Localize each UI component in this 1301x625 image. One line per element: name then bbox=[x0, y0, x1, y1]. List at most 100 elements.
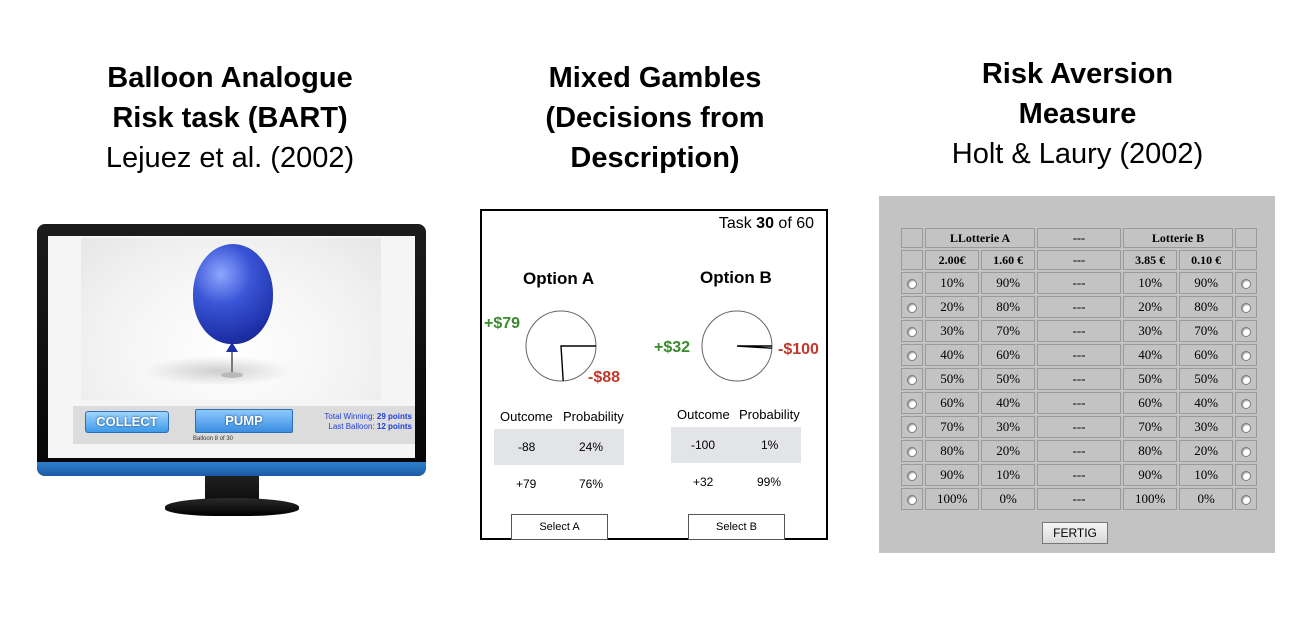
choose-b-cell[interactable] bbox=[1235, 368, 1257, 390]
option-a-probability-header: Probability bbox=[563, 409, 624, 424]
lottery-a-prob-high: 20% bbox=[925, 296, 980, 318]
risk-citation: Holt & Laury (2002) bbox=[951, 138, 1204, 170]
choose-b-cell[interactable] bbox=[1235, 320, 1257, 342]
option-b-outcome-header: Outcome bbox=[677, 407, 730, 422]
lottery-a-prob-high: 50% bbox=[925, 368, 980, 390]
lottery-b-title: Lotterie B bbox=[1122, 228, 1233, 248]
separator-cell: --- bbox=[1036, 440, 1121, 462]
option-b-row: +32 99% bbox=[671, 464, 801, 500]
choose-a-cell[interactable] bbox=[901, 272, 923, 294]
choose-a-cell[interactable] bbox=[901, 488, 923, 510]
lottery-b-prob-low: 30% bbox=[1179, 416, 1233, 438]
choose-a-cell[interactable] bbox=[901, 464, 923, 486]
lottery-b-prob-low: 0% bbox=[1179, 488, 1233, 510]
choose-b-cell[interactable] bbox=[1235, 344, 1257, 366]
empty-header-cell bbox=[1235, 250, 1257, 270]
choose-a-cell[interactable] bbox=[901, 344, 923, 366]
lottery-a-radio[interactable] bbox=[907, 351, 917, 362]
lottery-a-radio[interactable] bbox=[907, 471, 917, 482]
mixed-title-line2: (Decisions from bbox=[545, 102, 765, 134]
lottery-a-payoff-low: 1.60 € bbox=[981, 250, 1035, 270]
lottery-a-payoff-high: 2.00€ bbox=[925, 250, 980, 270]
holt-laury-panel: LLotterie A --- Lotterie B 2.00€ 1.60 € … bbox=[879, 196, 1275, 553]
lottery-row: 100% 0% --- 100% 0% bbox=[901, 488, 1257, 510]
option-a-loss: -$88 bbox=[588, 369, 621, 386]
balloon-base bbox=[221, 372, 243, 378]
lottery-a-prob-high: 80% bbox=[925, 440, 980, 462]
lottery-b-radio[interactable] bbox=[1241, 447, 1251, 458]
balloon-icon bbox=[193, 244, 273, 344]
lottery-a-radio[interactable] bbox=[907, 399, 917, 410]
choose-b-cell[interactable] bbox=[1235, 464, 1257, 486]
choose-b-cell[interactable] bbox=[1235, 272, 1257, 294]
total-winning-line: Total Winning: 29 points bbox=[324, 412, 412, 422]
lottery-b-prob-high: 90% bbox=[1122, 464, 1178, 486]
risk-aversion-heading: Risk Aversion Measure Holt & Laury (2002… bbox=[880, 54, 1275, 174]
select-b-button[interactable]: Select B bbox=[688, 514, 785, 540]
lottery-b-radio[interactable] bbox=[1241, 279, 1251, 290]
separator-cell: --- bbox=[1036, 344, 1121, 366]
empty-header-cell bbox=[901, 250, 923, 270]
choose-a-cell[interactable] bbox=[901, 416, 923, 438]
lottery-b-prob-low: 20% bbox=[1179, 440, 1233, 462]
lottery-b-radio[interactable] bbox=[1241, 303, 1251, 314]
option-a-row: -88 24% bbox=[494, 429, 624, 465]
choose-a-cell[interactable] bbox=[901, 320, 923, 342]
lottery-a-prob-low: 50% bbox=[981, 368, 1035, 390]
lottery-a-prob-low: 80% bbox=[981, 296, 1035, 318]
option-b-probability: 1% bbox=[761, 438, 779, 452]
lottery-b-radio[interactable] bbox=[1241, 351, 1251, 362]
lottery-a-radio[interactable] bbox=[907, 327, 917, 338]
lottery-b-prob-high: 60% bbox=[1122, 392, 1178, 414]
bart-heading: Balloon Analogue Risk task (BART) Lejuez… bbox=[40, 58, 420, 178]
lottery-a-radio[interactable] bbox=[907, 495, 917, 506]
option-b-probability: 99% bbox=[757, 475, 782, 489]
option-a-gain: +$79 bbox=[484, 315, 521, 332]
separator-cell: --- bbox=[1036, 416, 1121, 438]
option-a-outcome: +79 bbox=[516, 477, 537, 491]
lottery-b-prob-high: 50% bbox=[1122, 368, 1178, 390]
lottery-b-prob-high: 80% bbox=[1122, 440, 1178, 462]
lottery-a-radio[interactable] bbox=[907, 279, 917, 290]
lottery-row: 60% 40% --- 60% 40% bbox=[901, 392, 1257, 414]
lottery-b-radio[interactable] bbox=[1241, 495, 1251, 506]
separator-cell: --- bbox=[1036, 296, 1121, 318]
total-winning-value: 29 points bbox=[376, 412, 412, 421]
option-a-title: Option A bbox=[523, 269, 595, 288]
collect-button[interactable]: COLLECT bbox=[85, 411, 169, 433]
empty-header-cell bbox=[1235, 228, 1257, 248]
lottery-a-radio[interactable] bbox=[907, 423, 917, 434]
choose-b-cell[interactable] bbox=[1235, 296, 1257, 318]
option-b-loss: -$100 bbox=[778, 341, 819, 358]
choose-a-cell[interactable] bbox=[901, 296, 923, 318]
choose-b-cell[interactable] bbox=[1235, 392, 1257, 414]
lottery-a-prob-low: 40% bbox=[981, 392, 1035, 414]
choose-b-cell[interactable] bbox=[1235, 488, 1257, 510]
fertig-button[interactable]: FERTIG bbox=[1042, 522, 1108, 544]
lottery-a-radio[interactable] bbox=[907, 303, 917, 314]
lottery-a-radio[interactable] bbox=[907, 375, 917, 386]
lottery-b-prob-low: 40% bbox=[1179, 392, 1233, 414]
option-a-outcome-header: Outcome bbox=[500, 409, 553, 424]
lottery-a-prob-high: 100% bbox=[925, 488, 980, 510]
choose-a-cell[interactable] bbox=[901, 440, 923, 462]
lottery-b-radio[interactable] bbox=[1241, 471, 1251, 482]
choose-a-cell[interactable] bbox=[901, 392, 923, 414]
option-b-pie bbox=[701, 310, 773, 382]
monitor-bezel-stripe bbox=[37, 462, 426, 476]
choose-b-cell[interactable] bbox=[1235, 416, 1257, 438]
choose-b-cell[interactable] bbox=[1235, 440, 1257, 462]
pump-button[interactable]: PUMP bbox=[195, 409, 293, 433]
lottery-b-radio[interactable] bbox=[1241, 423, 1251, 434]
lottery-a-radio[interactable] bbox=[907, 447, 917, 458]
lottery-a-prob-high: 40% bbox=[925, 344, 980, 366]
lottery-a-prob-low: 10% bbox=[981, 464, 1035, 486]
lottery-b-radio[interactable] bbox=[1241, 399, 1251, 410]
lottery-a-prob-low: 20% bbox=[981, 440, 1035, 462]
lottery-b-radio[interactable] bbox=[1241, 327, 1251, 338]
select-a-button[interactable]: Select A bbox=[511, 514, 608, 540]
choose-a-cell[interactable] bbox=[901, 368, 923, 390]
lottery-b-prob-low: 70% bbox=[1179, 320, 1233, 342]
risk-title-line2: Measure bbox=[1018, 98, 1137, 130]
lottery-b-radio[interactable] bbox=[1241, 375, 1251, 386]
